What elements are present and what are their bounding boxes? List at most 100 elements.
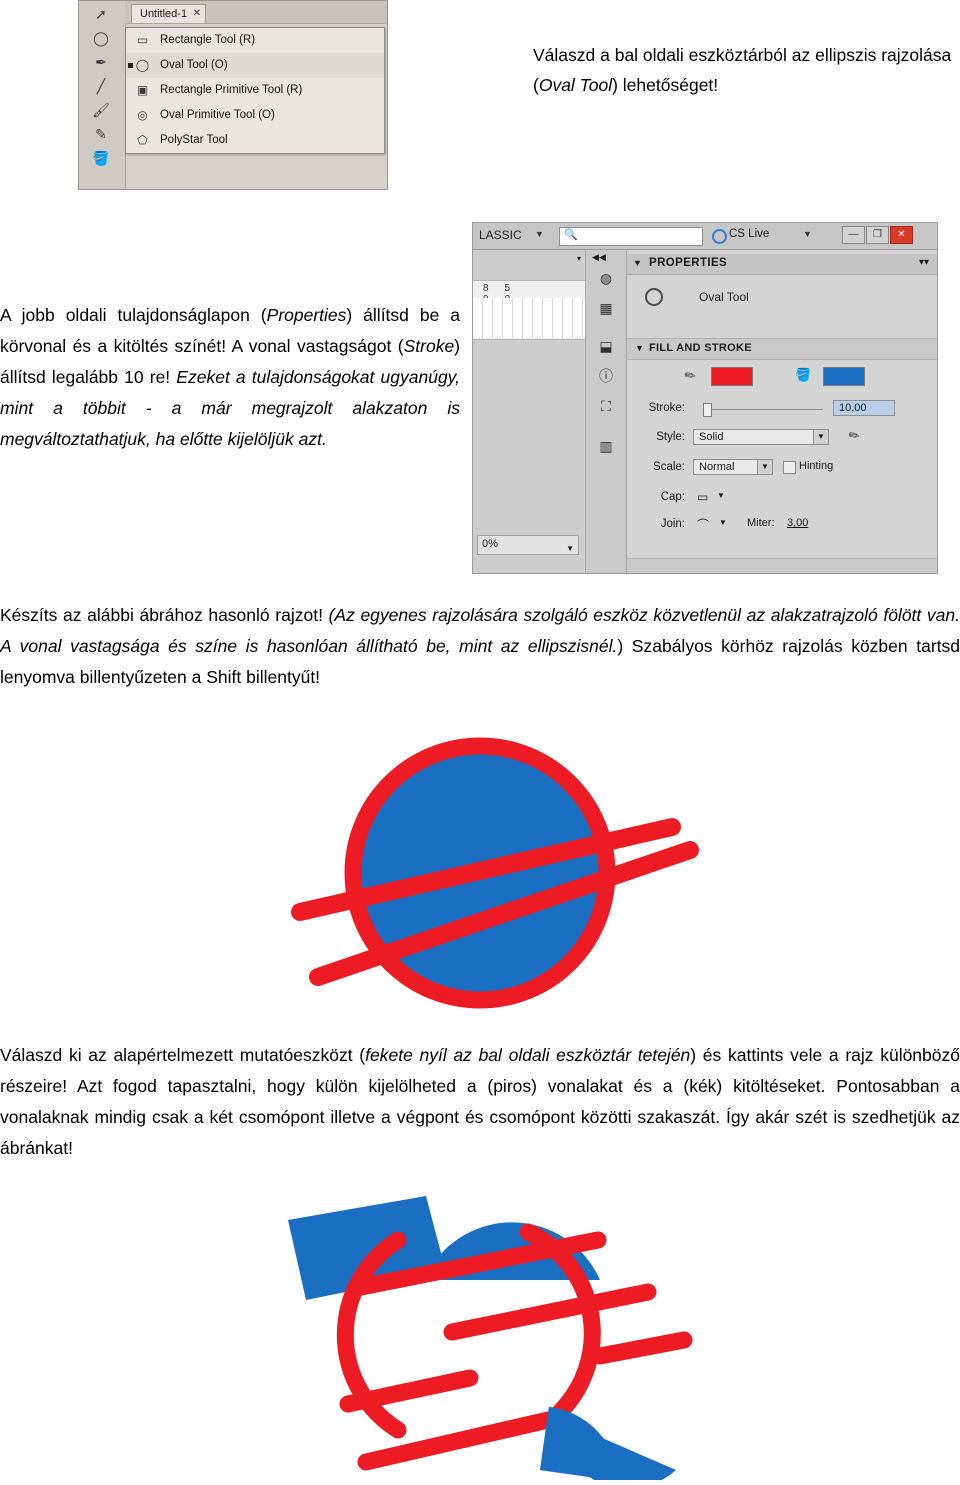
paint-bucket-tool-icon[interactable]: 🪣 [90, 147, 112, 169]
ruler-ticks [473, 298, 585, 338]
fill-and-stroke-section-header[interactable]: ▼ FILL AND STROKE [627, 338, 937, 360]
stroke-value-field[interactable]: 10,00 [833, 400, 895, 416]
style-select[interactable]: Solid ▼ [693, 429, 829, 445]
menu-item-oval-primitive-tool[interactable]: ◎ Oval Primitive Tool (O) [126, 103, 384, 128]
figure-circle-with-lines [0, 730, 960, 1020]
fill-color-swatch[interactable] [823, 367, 865, 386]
triangle-down-icon: ▼ [635, 343, 644, 353]
join-label: Join: [660, 518, 685, 530]
info-panel-icon[interactable]: ⓘ [596, 366, 616, 386]
figure-exploded-pieces [0, 1180, 960, 1485]
chevron-down-icon[interactable]: ▼ [566, 540, 574, 557]
figure1-svg [291, 737, 699, 1009]
panel-collapse-icon[interactable]: ▾ [577, 254, 581, 263]
menu-item-label: Rectangle Tool (R) [160, 34, 256, 46]
chevron-down-icon-2[interactable]: ▼ [803, 229, 812, 239]
document-tab-label: Untitled-1 [140, 8, 188, 20]
line-tool-icon[interactable]: ╱ [90, 75, 112, 97]
stroke-label: Stroke: [648, 402, 685, 414]
caption-text-2: ) lehetőséget! [612, 75, 719, 95]
panel-bottom-edge [627, 558, 937, 573]
cap-icon[interactable]: ▭ [697, 490, 708, 504]
oval-icon: ◯ [135, 58, 150, 72]
oval-primitive-icon: ◎ [137, 108, 148, 122]
library-panel-icon[interactable]: ▥ [596, 436, 616, 456]
fill-bucket-icon: 🪣 [795, 367, 812, 382]
menu-item-rectangle-tool[interactable]: ▭ Rectangle Tool (R) [126, 28, 384, 53]
miter-label: Miter: [747, 517, 775, 529]
paragraph-properties: A jobb oldali tulajdonságlapon (Properti… [0, 300, 460, 455]
menu-item-oval-tool[interactable]: ◯ Oval Tool (O) [126, 53, 384, 78]
selected-bullet-icon [128, 63, 133, 68]
top-section: ➚ ◯ ✒ ╱ 🖌 ✎ 🪣 Untitled-1 ✕ ▭ Rectangle T… [0, 0, 960, 200]
stroke-pencil-icon: ✎ [681, 366, 699, 385]
close-icon[interactable]: ✕ [193, 5, 201, 23]
brush-tool-icon[interactable]: 🖌 [90, 99, 112, 121]
document-tab[interactable]: Untitled-1 ✕ [131, 4, 207, 23]
document-tab-bar: Untitled-1 ✕ [125, 1, 387, 24]
hinting-checkbox[interactable] [783, 461, 796, 474]
menu-item-label: Rectangle Primitive Tool (R) [160, 84, 303, 96]
document-page: ➚ ◯ ✒ ╱ 🖌 ✎ 🪣 Untitled-1 ✕ ▭ Rectangle T… [0, 0, 960, 1485]
scale-value: Normal [699, 461, 735, 473]
app-titlebar: LASSIC ▼ 🔍 CS Live ▼ — ❐ ✕ [473, 223, 937, 250]
miter-value[interactable]: 3,00 [787, 517, 808, 529]
stage-area: ▾ 85 90 0% ▼ [473, 250, 586, 573]
transform-panel-icon[interactable]: ⛶ [596, 396, 616, 416]
search-icon: 🔍 [564, 229, 578, 241]
pen-tool-icon[interactable]: ✒ [90, 51, 112, 73]
ruler: 85 90 [473, 280, 585, 340]
stroke-slider-knob[interactable] [703, 403, 712, 417]
hinting-label: Hinting [799, 460, 834, 472]
menu-item-label: Oval Tool (O) [160, 59, 228, 71]
search-input[interactable] [559, 227, 703, 246]
toolbar-screenshot: ➚ ◯ ✒ ╱ 🖌 ✎ 🪣 Untitled-1 ✕ ▭ Rectangle T… [78, 0, 388, 190]
align-panel-icon[interactable]: ⬓ [596, 336, 616, 356]
polystar-icon: ⬠ [137, 133, 148, 147]
properties-panel: ▼ PROPERTIES ▾▾ Oval Tool ▼ FILL AND STR… [627, 250, 937, 573]
scale-select[interactable]: Normal ▼ [693, 459, 773, 475]
tool-strip: ➚ ◯ ✒ ╱ 🖌 ✎ 🪣 [79, 1, 126, 189]
arrow-tool-icon[interactable]: ➚ [90, 3, 112, 25]
color-panel-icon[interactable]: ◍ [596, 268, 616, 288]
panel-menu-icon[interactable]: ▾▾ [919, 257, 929, 268]
para-draw-t1: Készíts az alábbi ábrához hasonló rajzot… [0, 605, 329, 625]
menu-item-label: PolyStar Tool [160, 134, 228, 146]
edit-stroke-style-icon[interactable]: ✎ [845, 426, 863, 445]
menu-item-rectangle-primitive-tool[interactable]: ▣ Rectangle Primitive Tool (R) [126, 78, 384, 103]
panel-icon-rail: ◀◀ ◍ ▦ ⬓ ⓘ ⛶ ▥ [586, 250, 627, 573]
red-line-mid-right [443, 1283, 657, 1341]
para-props-i2: Stroke [403, 336, 455, 356]
paragraph-select: Válaszd ki az alapértelmezett mutatóeszk… [0, 1040, 960, 1164]
close-button[interactable]: ✕ [890, 226, 913, 244]
chevron-down-icon[interactable]: ▼ [757, 460, 772, 474]
properties-panel-header: ▼ PROPERTIES ▾▾ [627, 254, 937, 275]
cs-live-icon [712, 229, 727, 244]
menu-item-label: Oval Primitive Tool (O) [160, 109, 275, 121]
stroke-slider-track[interactable] [703, 409, 823, 410]
chevron-down-icon[interactable]: ▼ [719, 518, 727, 527]
caption-text-italic: Oval Tool [538, 75, 613, 95]
workspace-label: LASSIC [479, 228, 522, 242]
red-line-short-right [591, 1331, 693, 1365]
maximize-button[interactable]: ❐ [866, 226, 889, 244]
chevron-down-icon[interactable]: ▼ [535, 229, 544, 239]
expand-panels-icon[interactable]: ◀◀ [592, 252, 606, 263]
join-icon[interactable]: ⌒ [697, 516, 709, 533]
swatches-panel-icon[interactable]: ▦ [596, 298, 616, 318]
zoom-combo[interactable]: 0% ▼ [477, 535, 579, 555]
chevron-down-icon[interactable]: ▼ [633, 258, 642, 268]
para-sel-t1: Válaszd ki az alapértelmezett mutatóeszk… [0, 1045, 366, 1065]
lasso-tool-icon[interactable]: ◯ [90, 27, 112, 49]
stroke-color-swatch[interactable] [711, 367, 753, 386]
cs-live-label[interactable]: CS Live [729, 228, 769, 240]
minimize-button[interactable]: — [842, 226, 865, 244]
chevron-down-icon[interactable]: ▼ [813, 430, 828, 444]
menu-item-polystar-tool[interactable]: ⬠ PolyStar Tool [126, 128, 384, 153]
rectangle-primitive-icon: ▣ [136, 83, 149, 97]
shape-tool-flyout-menu: ▭ Rectangle Tool (R) ◯ Oval Tool (O) ▣ R… [125, 27, 385, 154]
caption-oval-tool: Válaszd a bal oldali eszköztárból az ell… [533, 40, 953, 100]
oval-tool-icon [645, 288, 663, 306]
chevron-down-icon[interactable]: ▼ [717, 491, 725, 500]
pencil-tool-icon[interactable]: ✎ [90, 123, 112, 145]
